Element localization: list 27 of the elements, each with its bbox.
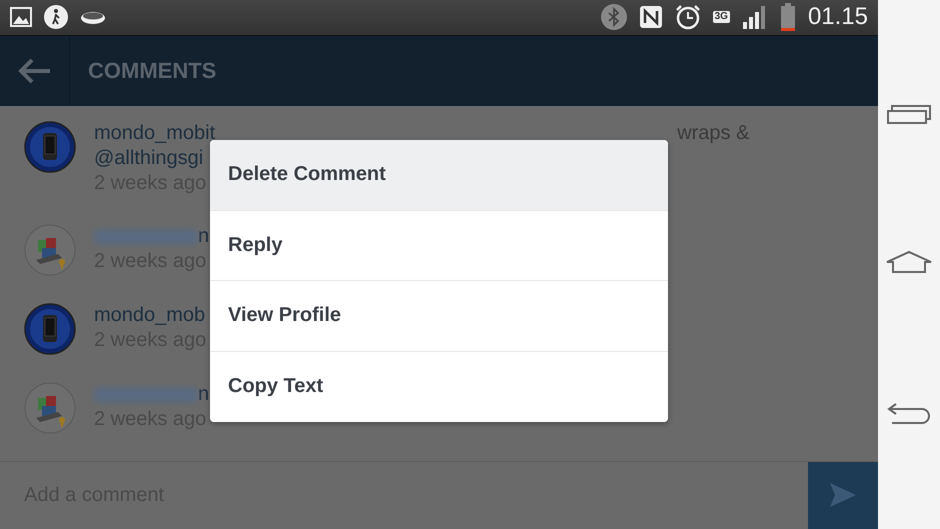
username[interactable]: mondo_mob xyxy=(94,302,206,328)
band-icon xyxy=(80,9,106,26)
gallery-icon xyxy=(10,7,32,28)
username[interactable]: n xyxy=(198,382,210,407)
mention-link[interactable]: @allthingsgi xyxy=(94,146,204,171)
menu-item[interactable]: Delete Comment xyxy=(210,140,668,210)
username[interactable]: n xyxy=(198,224,210,249)
battery-icon xyxy=(780,3,796,32)
send-icon xyxy=(829,482,857,508)
nfc-icon xyxy=(638,5,663,30)
avatar-phone-icon xyxy=(24,302,76,355)
clock-time: 01.15 xyxy=(808,3,868,32)
back-arrow-icon xyxy=(18,58,52,84)
menu-item[interactable]: View Profile xyxy=(210,281,668,352)
menu-item[interactable]: Copy Text xyxy=(210,352,668,422)
avatar-gadget-icon xyxy=(24,382,76,434)
walking-person-icon xyxy=(44,5,68,30)
alarm-clock-icon xyxy=(674,4,701,30)
avatar-phone-icon xyxy=(24,120,76,173)
recent-apps-icon[interactable] xyxy=(886,102,932,125)
network-type-label: 3G xyxy=(712,11,730,24)
avatar-gadget-icon xyxy=(24,224,76,276)
screen-title: COMMENTS xyxy=(88,58,216,84)
signal-icon xyxy=(742,4,768,30)
home-icon[interactable] xyxy=(885,250,933,274)
bluetooth-icon xyxy=(600,4,627,30)
menu-item[interactable]: Reply xyxy=(210,210,668,281)
